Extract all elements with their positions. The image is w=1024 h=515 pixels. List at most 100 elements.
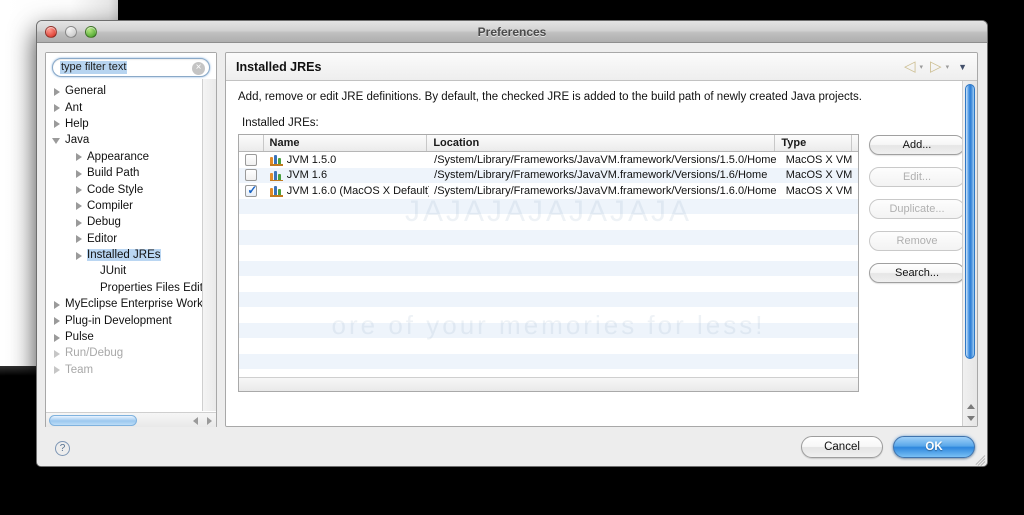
checkbox-unchecked[interactable] [245,169,258,182]
chevron-right-icon[interactable] [52,103,61,113]
table-row[interactable]: JVM 1.6/System/Library/Frameworks/JavaVM… [239,167,858,183]
sidebar-item-plug-in-development[interactable]: Plug-in Development [46,312,216,328]
chevron-right-icon[interactable] [74,169,83,178]
chevron-right-icon[interactable] [74,152,83,162]
table-row-empty[interactable] [239,353,858,369]
jre-name-label: JVM 1.5.0 [286,153,337,166]
jre-library-icon [269,185,283,197]
table-row[interactable]: JVM 1.6.0 (MacOS X Default) /System/Libra… [239,183,858,199]
sidebar-item-label: Help [65,117,89,130]
sidebar-item-team[interactable]: Team [46,362,216,378]
sidebar-horizontal-scrollbar[interactable] [46,412,216,427]
pane-content: Add, remove or edit JRE definitions. By … [226,81,977,426]
table-row[interactable]: JVM 1.5.0/System/Library/Frameworks/Java… [239,152,858,168]
chevron-right-icon[interactable] [74,185,83,195]
installed-jres-label: Installed JREs: [242,117,319,129]
sidebar-vertical-scrollbar[interactable] [202,79,216,411]
table-row-empty[interactable] [239,245,858,261]
table-row-empty[interactable] [239,260,858,276]
chevron-right-icon[interactable] [74,234,83,244]
forward-icon[interactable]: ▷ [930,59,942,74]
table-body: JVM 1.5.0/System/Library/Frameworks/Java… [239,152,858,391]
table-row-empty[interactable] [239,291,858,307]
sidebar-item-pulse[interactable]: Pulse [46,329,216,345]
window-titlebar: Preferences [37,21,987,43]
table-row-empty[interactable] [239,338,858,354]
scrollbar-thumb[interactable] [965,84,975,359]
sidebar-item-java[interactable]: Java [46,132,216,148]
chevron-right-icon[interactable] [52,365,61,375]
sidebar-item-properties-files-editor[interactable]: Properties Files Editor [46,280,216,296]
sidebar-item-ant[interactable]: Ant [46,99,216,115]
sidebar-item-appearance[interactable]: Appearance [46,149,216,165]
table-row-empty[interactable] [239,307,858,323]
jre-name-label: JVM 1.6 [286,169,328,182]
column-header-blank-4[interactable] [852,135,858,151]
pane-vertical-scrollbar[interactable] [962,81,977,426]
column-header-type[interactable]: Type [775,135,852,151]
back-icon[interactable]: ◁ [904,59,916,74]
sidebar-item-label: Appearance [87,150,150,163]
preferences-sidebar: type filter text × General Ant Help Java App… [45,52,217,428]
table-row-empty[interactable] [239,214,858,230]
sidebar-item-label: Editor [87,232,118,245]
search-button[interactable]: Search... [869,263,965,283]
chevron-right-icon[interactable] [52,119,61,129]
sidebar-item-label: Installed JREs [87,249,161,262]
sidebar-item-label: Team [65,363,94,376]
chevron-right-icon[interactable] [74,218,83,227]
resize-grip[interactable] [971,451,986,466]
sidebar-item-build-path[interactable]: Build Path [46,165,216,181]
chevron-right-icon[interactable] [52,87,61,96]
scroll-down-icon[interactable] [964,412,977,424]
checkbox-unchecked[interactable] [245,153,258,166]
add-button[interactable]: Add... [869,135,965,155]
scroll-arrows [192,416,213,425]
no-icon [87,267,96,276]
sidebar-item-code-style[interactable]: Code Style [46,181,216,197]
column-header-blank-0[interactable] [239,135,264,151]
scroll-up-icon[interactable] [964,400,977,412]
search-input[interactable]: type filter text × [52,58,210,77]
checkbox-checked[interactable] [245,184,257,197]
table-row-empty[interactable] [239,322,858,338]
table-row-empty[interactable] [239,229,858,245]
scroll-right-icon[interactable] [205,416,213,425]
column-header-location[interactable]: Location [427,135,776,151]
scroll-left-icon[interactable] [192,416,200,425]
sidebar-item-compiler[interactable]: Compiler [46,198,216,214]
sidebar-item-label: Properties Files Editor [100,281,214,294]
sidebar-item-debug[interactable]: Debug [46,214,216,230]
chevron-down-icon[interactable] [52,136,61,145]
sidebar-item-help[interactable]: Help [46,116,216,132]
jre-library-icon [269,154,283,166]
jre-location-cell: /System/Library/Frameworks/JavaVM.framew… [434,169,768,182]
table-horizontal-scrollbar[interactable] [239,377,858,391]
cancel-button[interactable]: Cancel [801,436,883,458]
scrollbar-thumb[interactable] [49,414,137,426]
forward-dropdown-icon[interactable]: ▾ [946,63,950,71]
row-checkbox-cell [239,184,264,197]
sidebar-item-installed-jres[interactable]: Installed JREs [46,247,216,263]
chevron-right-icon[interactable] [74,201,83,211]
sidebar-item-myeclipse-enterprise-workbench[interactable]: MyEclipse Enterprise Workbench [46,296,216,312]
sidebar-item-general[interactable]: General [46,83,216,99]
sidebar-item-junit[interactable]: JUnit [46,263,216,279]
back-dropdown-icon[interactable]: ▾ [920,63,924,71]
ok-button[interactable]: OK [893,436,975,458]
chevron-right-icon[interactable] [74,251,83,260]
column-header-name[interactable]: Name [264,135,428,151]
clear-icon[interactable]: × [192,62,205,75]
chevron-right-icon[interactable] [52,349,61,358]
chevron-right-icon[interactable] [52,316,61,326]
chevron-right-icon[interactable] [52,300,61,309]
sidebar-item-run-debug[interactable]: Run/Debug [46,345,216,361]
sidebar-item-label: Java [65,134,90,147]
edit-button: Edit... [869,167,965,187]
table-row-empty[interactable] [239,198,858,214]
view-menu-icon[interactable]: ▼ [958,62,967,72]
chevron-right-icon[interactable] [52,333,61,342]
help-icon[interactable]: ? [55,440,70,456]
table-row-empty[interactable] [239,276,858,292]
sidebar-item-editor[interactable]: Editor [46,231,216,247]
